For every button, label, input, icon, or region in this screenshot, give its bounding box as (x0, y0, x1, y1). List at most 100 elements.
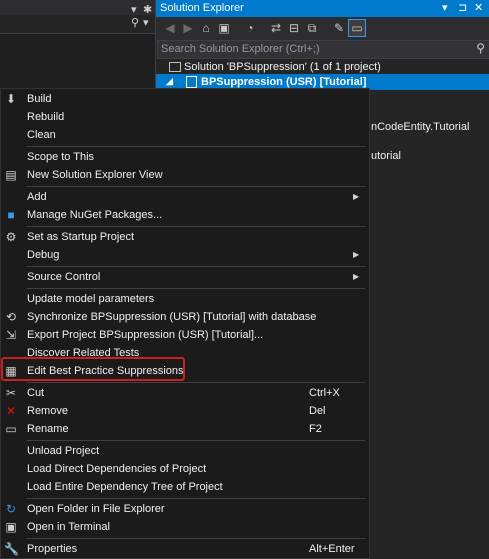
menu-item-unload-project[interactable]: Unload Project (1, 442, 369, 460)
solution-explorer-search-input[interactable]: Search Solution Explorer (Ctrl+;) ⚲ (157, 40, 489, 59)
menu-item-export-project[interactable]: ⇲ Export Project BPSuppression (USR) [Tu… (1, 326, 369, 344)
menu-separator (27, 498, 365, 499)
tree-item-solution[interactable]: Solution 'BPSuppression' (1 of 1 project… (156, 59, 489, 75)
tree-item-partial[interactable]: utorial (371, 150, 401, 162)
menu-item-label: Source Control (27, 271, 101, 283)
menu-separator (27, 288, 365, 289)
project-icon (186, 76, 197, 88)
back-icon[interactable]: ◀ (162, 20, 178, 36)
refresh-folder-icon: ↻ (5, 502, 17, 516)
gear-icon: ⚙ (5, 230, 17, 244)
menu-item-label: Debug (27, 249, 60, 261)
solution-icon (169, 62, 181, 72)
menu-separator (27, 538, 365, 539)
search-icon[interactable]: ⚲ (476, 41, 485, 55)
window-position-dropdown-icon[interactable]: ▾ (442, 1, 448, 14)
menu-item-label: Cut (27, 387, 45, 399)
menu-item-rename[interactable]: ▭ Rename F2 (1, 420, 369, 438)
sync-database-icon: ⟲ (5, 310, 17, 324)
menu-separator (27, 226, 365, 227)
properties-wrench-icon: 🔧 (4, 542, 19, 556)
rename-icon: ▭ (5, 422, 17, 436)
menu-separator (27, 382, 365, 383)
tree-item-label: Solution 'BPSuppression' (1 of 1 project… (184, 61, 381, 73)
build-icon: ⬇ (5, 92, 17, 106)
menu-item-label: Open in Terminal (27, 521, 110, 533)
close-icon[interactable]: ✕ (474, 1, 483, 14)
pending-changes-filter-icon[interactable]: ◔ (242, 20, 258, 36)
project-icon[interactable]: ▣ (216, 20, 232, 36)
submenu-arrow-icon: ▶ (353, 250, 360, 259)
submenu-arrow-icon: ▶ (353, 192, 360, 201)
menu-item-label: Load Direct Dependencies of Project (27, 463, 207, 475)
editor-search-bar[interactable]: ⚲ ▾ (0, 15, 155, 33)
menu-item-scope-to-this[interactable]: Scope to This (1, 148, 369, 166)
expand-arrow-icon[interactable]: ◢ (166, 76, 173, 87)
menu-item-label: Build (27, 93, 52, 105)
menu-item-shortcut: F2 (309, 423, 322, 435)
menu-item-label: Set as Startup Project (27, 231, 134, 243)
annotation-highlight-box (1, 357, 185, 381)
menu-item-open-folder-in-file-explorer[interactable]: ↻ Open Folder in File Explorer (1, 500, 369, 518)
menu-item-new-solution-explorer-view[interactable]: ▤ New Solution Explorer View (1, 166, 369, 184)
export-icon: ⇲ (5, 328, 17, 342)
menu-separator (27, 146, 365, 147)
remove-x-icon: ✕ (5, 404, 17, 418)
search-placeholder: Search Solution Explorer (Ctrl+;) (161, 43, 320, 55)
menu-separator (27, 440, 365, 441)
menu-item-label: Remove (27, 405, 68, 417)
tree-item-partial[interactable]: nCodeEntity.Tutorial (371, 121, 469, 133)
menu-item-properties[interactable]: 🔧 Properties Alt+Enter (1, 540, 369, 558)
menu-item-manage-nuget-packages[interactable]: ■ Manage NuGet Packages... (1, 206, 369, 224)
preview-selected-items-icon[interactable]: ▭ (348, 19, 366, 37)
menu-item-label: Scope to This (27, 151, 95, 163)
nuget-icon: ■ (7, 208, 15, 222)
menu-item-shortcut: Ctrl+X (309, 387, 340, 399)
menu-item-remove[interactable]: ✕ Remove Del (1, 402, 369, 420)
menu-separator (27, 266, 365, 267)
menu-item-clean[interactable]: Clean (1, 126, 369, 144)
menu-item-rebuild[interactable]: Rebuild (1, 108, 369, 126)
menu-item-add[interactable]: Add ▶ (1, 188, 369, 206)
menu-item-label: Manage NuGet Packages... (27, 209, 163, 221)
menu-item-source-control[interactable]: Source Control ▶ (1, 268, 369, 286)
menu-item-label: Clean (27, 129, 56, 141)
sync-icon[interactable]: ⇄ (268, 20, 284, 36)
project-context-menu: ⬇ Build Rebuild Clean Scope to This ▤ Ne… (0, 88, 370, 559)
menu-item-label: Open Folder in File Explorer (27, 503, 165, 515)
menu-item-build[interactable]: ⬇ Build (1, 90, 369, 108)
terminal-icon: ▣ (5, 520, 17, 534)
menu-item-label: Unload Project (27, 445, 100, 457)
panel-title: Solution Explorer (160, 2, 244, 14)
auto-hide-pin-icon[interactable]: ⊐ (458, 1, 467, 14)
menu-item-set-as-startup-project[interactable]: ⚙ Set as Startup Project (1, 228, 369, 246)
scissors-icon: ✂ (5, 386, 17, 400)
menu-item-label: Export Project BPSuppression (USR) [Tuto… (27, 329, 264, 341)
menu-item-label: Synchronize BPSuppression (USR) [Tutoria… (27, 311, 317, 323)
properties-icon[interactable]: ✎ (331, 20, 347, 36)
menu-separator (27, 186, 365, 187)
menu-item-load-entire-dependency-tree[interactable]: Load Entire Dependency Tree of Project (1, 478, 369, 496)
dropdown-icon[interactable]: ▾ (143, 16, 149, 29)
solution-explorer-toolbar: ◀ ▶ ⌂ ▣ ◔ ⇄ ⊟ ⧉ ✎ ▭ (156, 17, 489, 40)
menu-item-load-direct-dependencies[interactable]: Load Direct Dependencies of Project (1, 460, 369, 478)
show-all-files-icon[interactable]: ⧉ (304, 20, 320, 36)
menu-item-cut[interactable]: ✂ Cut Ctrl+X (1, 384, 369, 402)
forward-icon[interactable]: ▶ (180, 20, 196, 36)
collapse-all-icon[interactable]: ⊟ (286, 20, 302, 36)
menu-item-open-in-terminal[interactable]: ▣ Open in Terminal (1, 518, 369, 536)
menu-item-label: New Solution Explorer View (27, 169, 163, 181)
menu-item-shortcut: Alt+Enter (309, 543, 355, 555)
tree-item-label: BPSuppression (USR) [Tutorial] (201, 76, 367, 88)
submenu-arrow-icon: ▶ (353, 272, 360, 281)
menu-item-label: Rebuild (27, 111, 65, 123)
menu-item-label: Add (27, 191, 47, 203)
new-view-icon: ▤ (5, 168, 17, 182)
menu-item-update-model-parameters[interactable]: Update model parameters (1, 290, 369, 308)
menu-item-synchronize-with-database[interactable]: ⟲ Synchronize BPSuppression (USR) [Tutor… (1, 308, 369, 326)
menu-item-label: Update model parameters (27, 293, 155, 305)
home-icon[interactable]: ⌂ (198, 20, 214, 36)
search-icon[interactable]: ⚲ (131, 16, 139, 29)
menu-item-debug[interactable]: Debug ▶ (1, 246, 369, 264)
menu-item-label: Rename (27, 423, 69, 435)
